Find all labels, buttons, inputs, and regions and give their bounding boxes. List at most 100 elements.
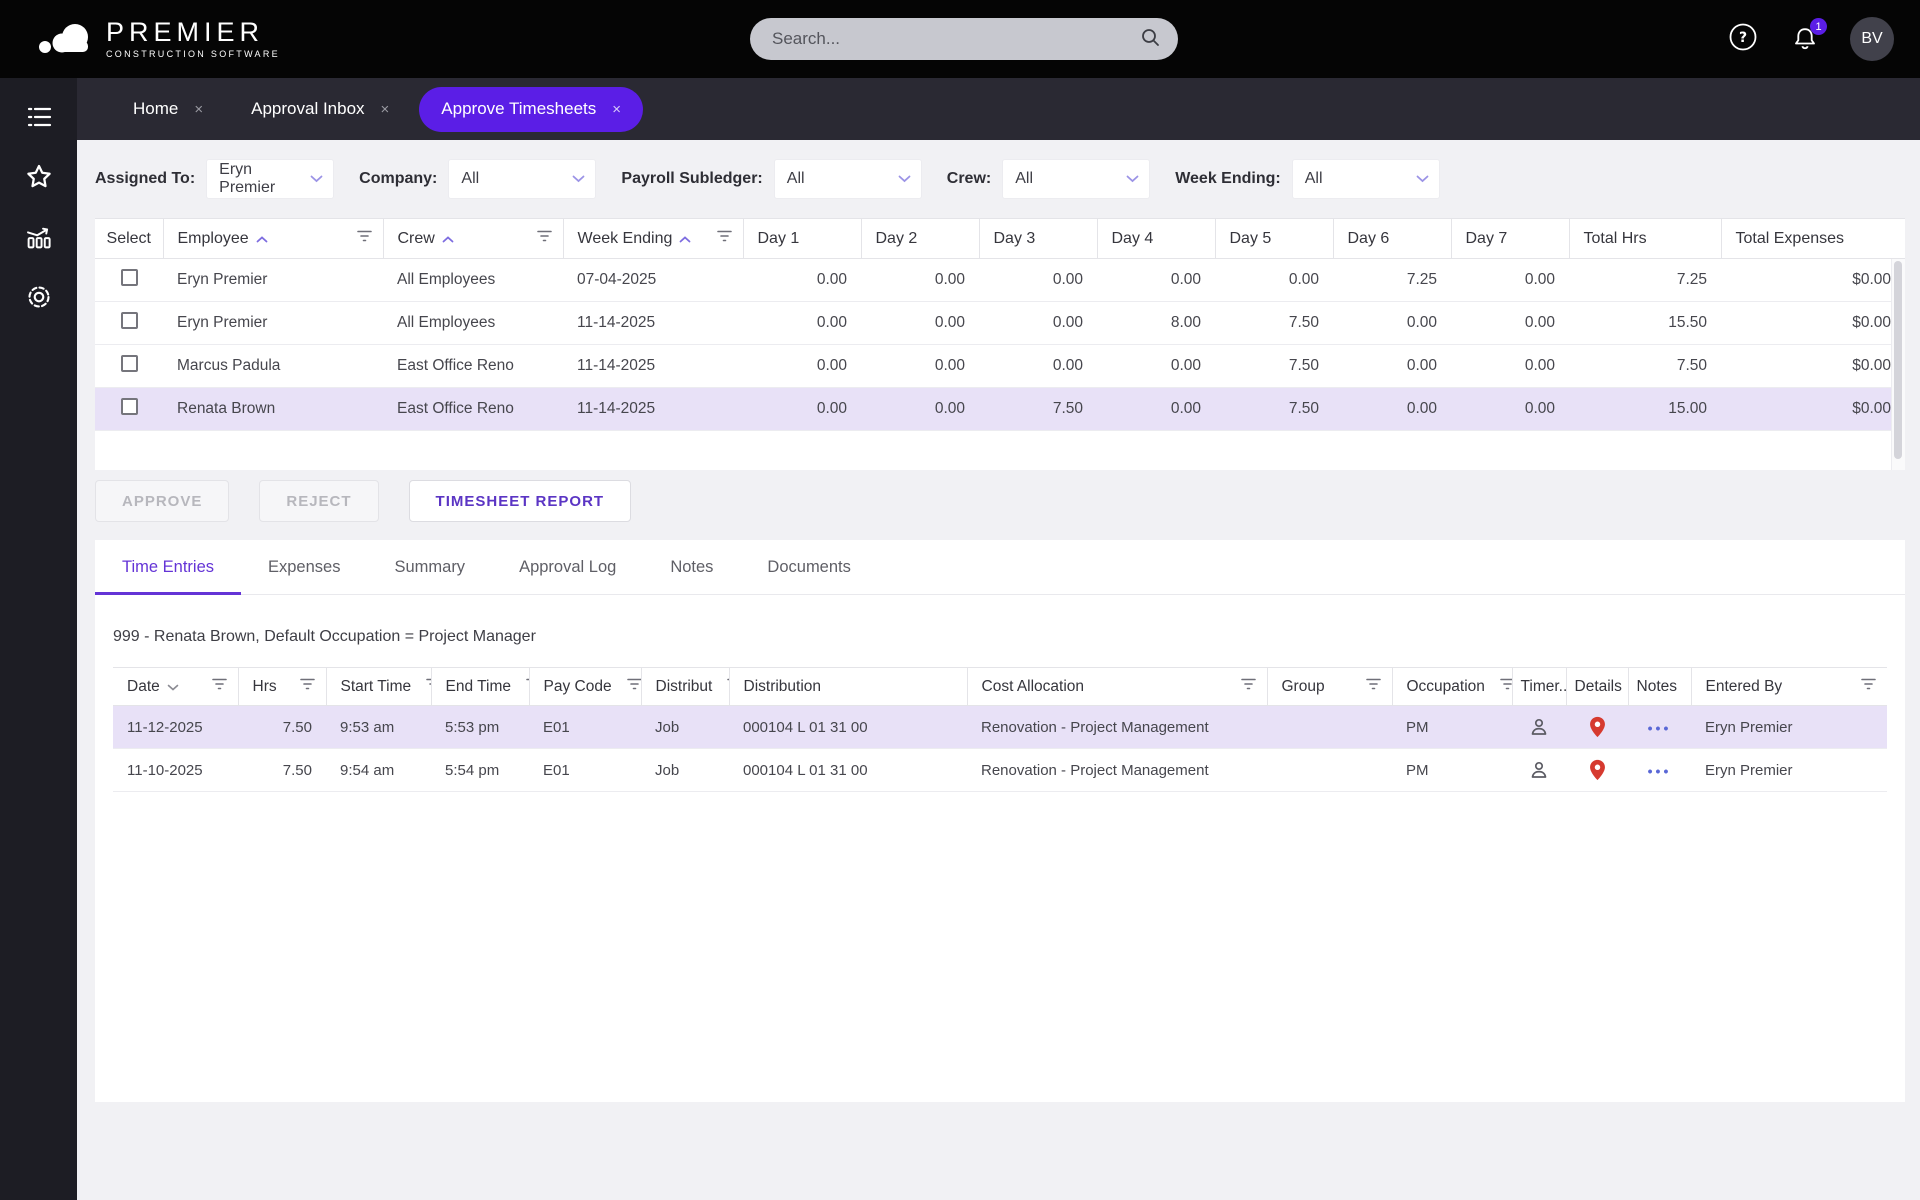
crew-cell: All Employees (383, 302, 563, 345)
row-select-checkbox[interactable] (121, 398, 138, 415)
detail-tab-expenses[interactable]: Expenses (241, 540, 367, 594)
header-entered-by[interactable]: Entered By (1691, 668, 1887, 706)
header-hrs[interactable]: Hrs (238, 668, 326, 706)
row-select-checkbox[interactable] (121, 312, 138, 329)
brand-logo: PREMIER CONSTRUCTION SOFTWARE (0, 17, 280, 62)
notes-ellipsis-icon[interactable]: ••• (1648, 763, 1672, 779)
timesheet-row[interactable]: Renata Brown East Office Reno 11-14-2025… (95, 388, 1905, 431)
chevron-down-icon (898, 170, 911, 188)
header-pay-code[interactable]: Pay Code (529, 668, 641, 706)
filter-icon[interactable] (525, 677, 529, 696)
header-start-time[interactable]: Start Time (326, 668, 431, 706)
day2-cell: 0.00 (861, 302, 979, 345)
tab-label: Approval Inbox (251, 99, 364, 119)
filter-icon[interactable] (299, 677, 316, 696)
assigned-to-select[interactable]: Eryn Premier (206, 159, 334, 199)
header-crew[interactable]: Crew (383, 219, 563, 259)
filter-icon[interactable] (626, 677, 641, 696)
day3-cell: 0.00 (979, 345, 1097, 388)
time-entry-row[interactable]: 11-12-2025 7.50 9:53 am 5:53 pm E01 Job … (113, 706, 1887, 749)
filter-icon[interactable] (1240, 677, 1257, 696)
header-distribut[interactable]: Distribut (641, 668, 729, 706)
payroll-subledger-select[interactable]: All (774, 159, 922, 199)
filter-icon[interactable] (1499, 677, 1512, 696)
day3-cell: 0.00 (979, 302, 1097, 345)
reports-chart-icon[interactable] (20, 218, 58, 256)
cloud-logo-icon (38, 17, 94, 62)
search-input[interactable] (772, 29, 1140, 49)
detail-tab-summary[interactable]: Summary (367, 540, 492, 594)
search-icon[interactable] (1140, 27, 1160, 52)
header-day6: Day 6 (1333, 219, 1451, 259)
header-occupation[interactable]: Occupation (1392, 668, 1512, 706)
header-day5: Day 5 (1215, 219, 1333, 259)
company-select[interactable]: All (448, 159, 596, 199)
filter-icon[interactable] (1860, 677, 1877, 696)
menu-list-icon[interactable] (20, 98, 58, 136)
header-group[interactable]: Group (1267, 668, 1392, 706)
header-date[interactable]: Date (113, 668, 238, 706)
help-icon[interactable]: ? (1726, 20, 1760, 59)
day1-cell: 0.00 (743, 259, 861, 302)
tab-approve-timesheets[interactable]: Approve Timesheets × (419, 87, 643, 132)
entered-by-cell: Eryn Premier (1691, 706, 1887, 749)
detail-tab-time-entries[interactable]: Time Entries (95, 540, 241, 594)
close-icon[interactable]: × (194, 101, 203, 118)
filter-icon[interactable] (211, 677, 228, 696)
timesheet-row[interactable]: Eryn Premier All Employees 11-14-2025 0.… (95, 302, 1905, 345)
top-bar: PREMIER CONSTRUCTION SOFTWARE ? 1 BV (0, 0, 1920, 78)
week-ending-cell: 11-14-2025 (563, 388, 743, 431)
scrollbar-thumb[interactable] (1894, 261, 1902, 459)
distribut-cell: Job (641, 749, 729, 792)
filter-icon[interactable] (425, 677, 431, 696)
day7-cell: 0.00 (1451, 345, 1569, 388)
crew-select[interactable]: All (1002, 159, 1150, 199)
header-cost-allocation[interactable]: Cost Allocation (967, 668, 1267, 706)
sort-asc-icon (679, 230, 691, 248)
row-select-checkbox[interactable] (121, 269, 138, 286)
details-pin-icon[interactable] (1589, 716, 1606, 738)
timesheet-row[interactable]: Marcus Padula East Office Reno 11-14-202… (95, 345, 1905, 388)
reject-button[interactable]: REJECT (259, 480, 378, 522)
date-cell: 11-12-2025 (113, 706, 238, 749)
total-expenses-cell: $0.00 (1721, 259, 1905, 302)
filter-icon[interactable] (716, 229, 733, 248)
header-timer: Timer... (1512, 668, 1566, 706)
search-bar[interactable] (750, 18, 1178, 60)
settings-gear-icon[interactable] (20, 278, 58, 316)
week-ending-select[interactable]: All (1292, 159, 1440, 199)
week-ending-cell: 11-14-2025 (563, 302, 743, 345)
timer-person-icon[interactable] (1528, 716, 1550, 738)
time-entry-row[interactable]: 11-10-2025 7.50 9:54 am 5:54 pm E01 Job … (113, 749, 1887, 792)
row-select-checkbox[interactable] (121, 355, 138, 372)
timesheet-report-button[interactable]: TIMESHEET REPORT (409, 480, 632, 522)
filter-icon[interactable] (536, 229, 553, 248)
payroll-subledger-value: All (787, 170, 805, 188)
detail-tab-notes[interactable]: Notes (643, 540, 740, 594)
notes-ellipsis-icon[interactable]: ••• (1648, 720, 1672, 736)
filter-icon[interactable] (356, 229, 373, 248)
chevron-down-icon (1126, 170, 1139, 188)
tab-home[interactable]: Home × (115, 78, 221, 140)
assigned-to-label: Assigned To: (95, 170, 195, 188)
avatar[interactable]: BV (1850, 17, 1894, 61)
notifications-bell-icon[interactable]: 1 (1790, 24, 1820, 54)
start-time-cell: 9:53 am (326, 706, 431, 749)
header-employee[interactable]: Employee (163, 219, 383, 259)
approve-button[interactable]: APPROVE (95, 480, 229, 522)
filter-icon[interactable] (1365, 677, 1382, 696)
tab-approval-inbox[interactable]: Approval Inbox × (233, 78, 407, 140)
cost-allocation-cell: Renovation - Project Management (967, 749, 1267, 792)
timesheet-row[interactable]: Eryn Premier All Employees 07-04-2025 0.… (95, 259, 1905, 302)
header-week-ending[interactable]: Week Ending (563, 219, 743, 259)
detail-tab-approval-log[interactable]: Approval Log (492, 540, 643, 594)
header-end-time[interactable]: End Time (431, 668, 529, 706)
detail-tab-documents[interactable]: Documents (740, 540, 877, 594)
close-icon[interactable]: × (381, 101, 390, 118)
vertical-scrollbar[interactable] (1891, 259, 1905, 470)
timesheet-table-card: Select Employee Crew Week Ending Day 1 D… (95, 218, 1905, 470)
details-pin-icon[interactable] (1589, 759, 1606, 781)
close-icon[interactable]: × (612, 101, 621, 118)
timer-person-icon[interactable] (1528, 759, 1550, 781)
favorites-star-icon[interactable] (20, 158, 58, 196)
